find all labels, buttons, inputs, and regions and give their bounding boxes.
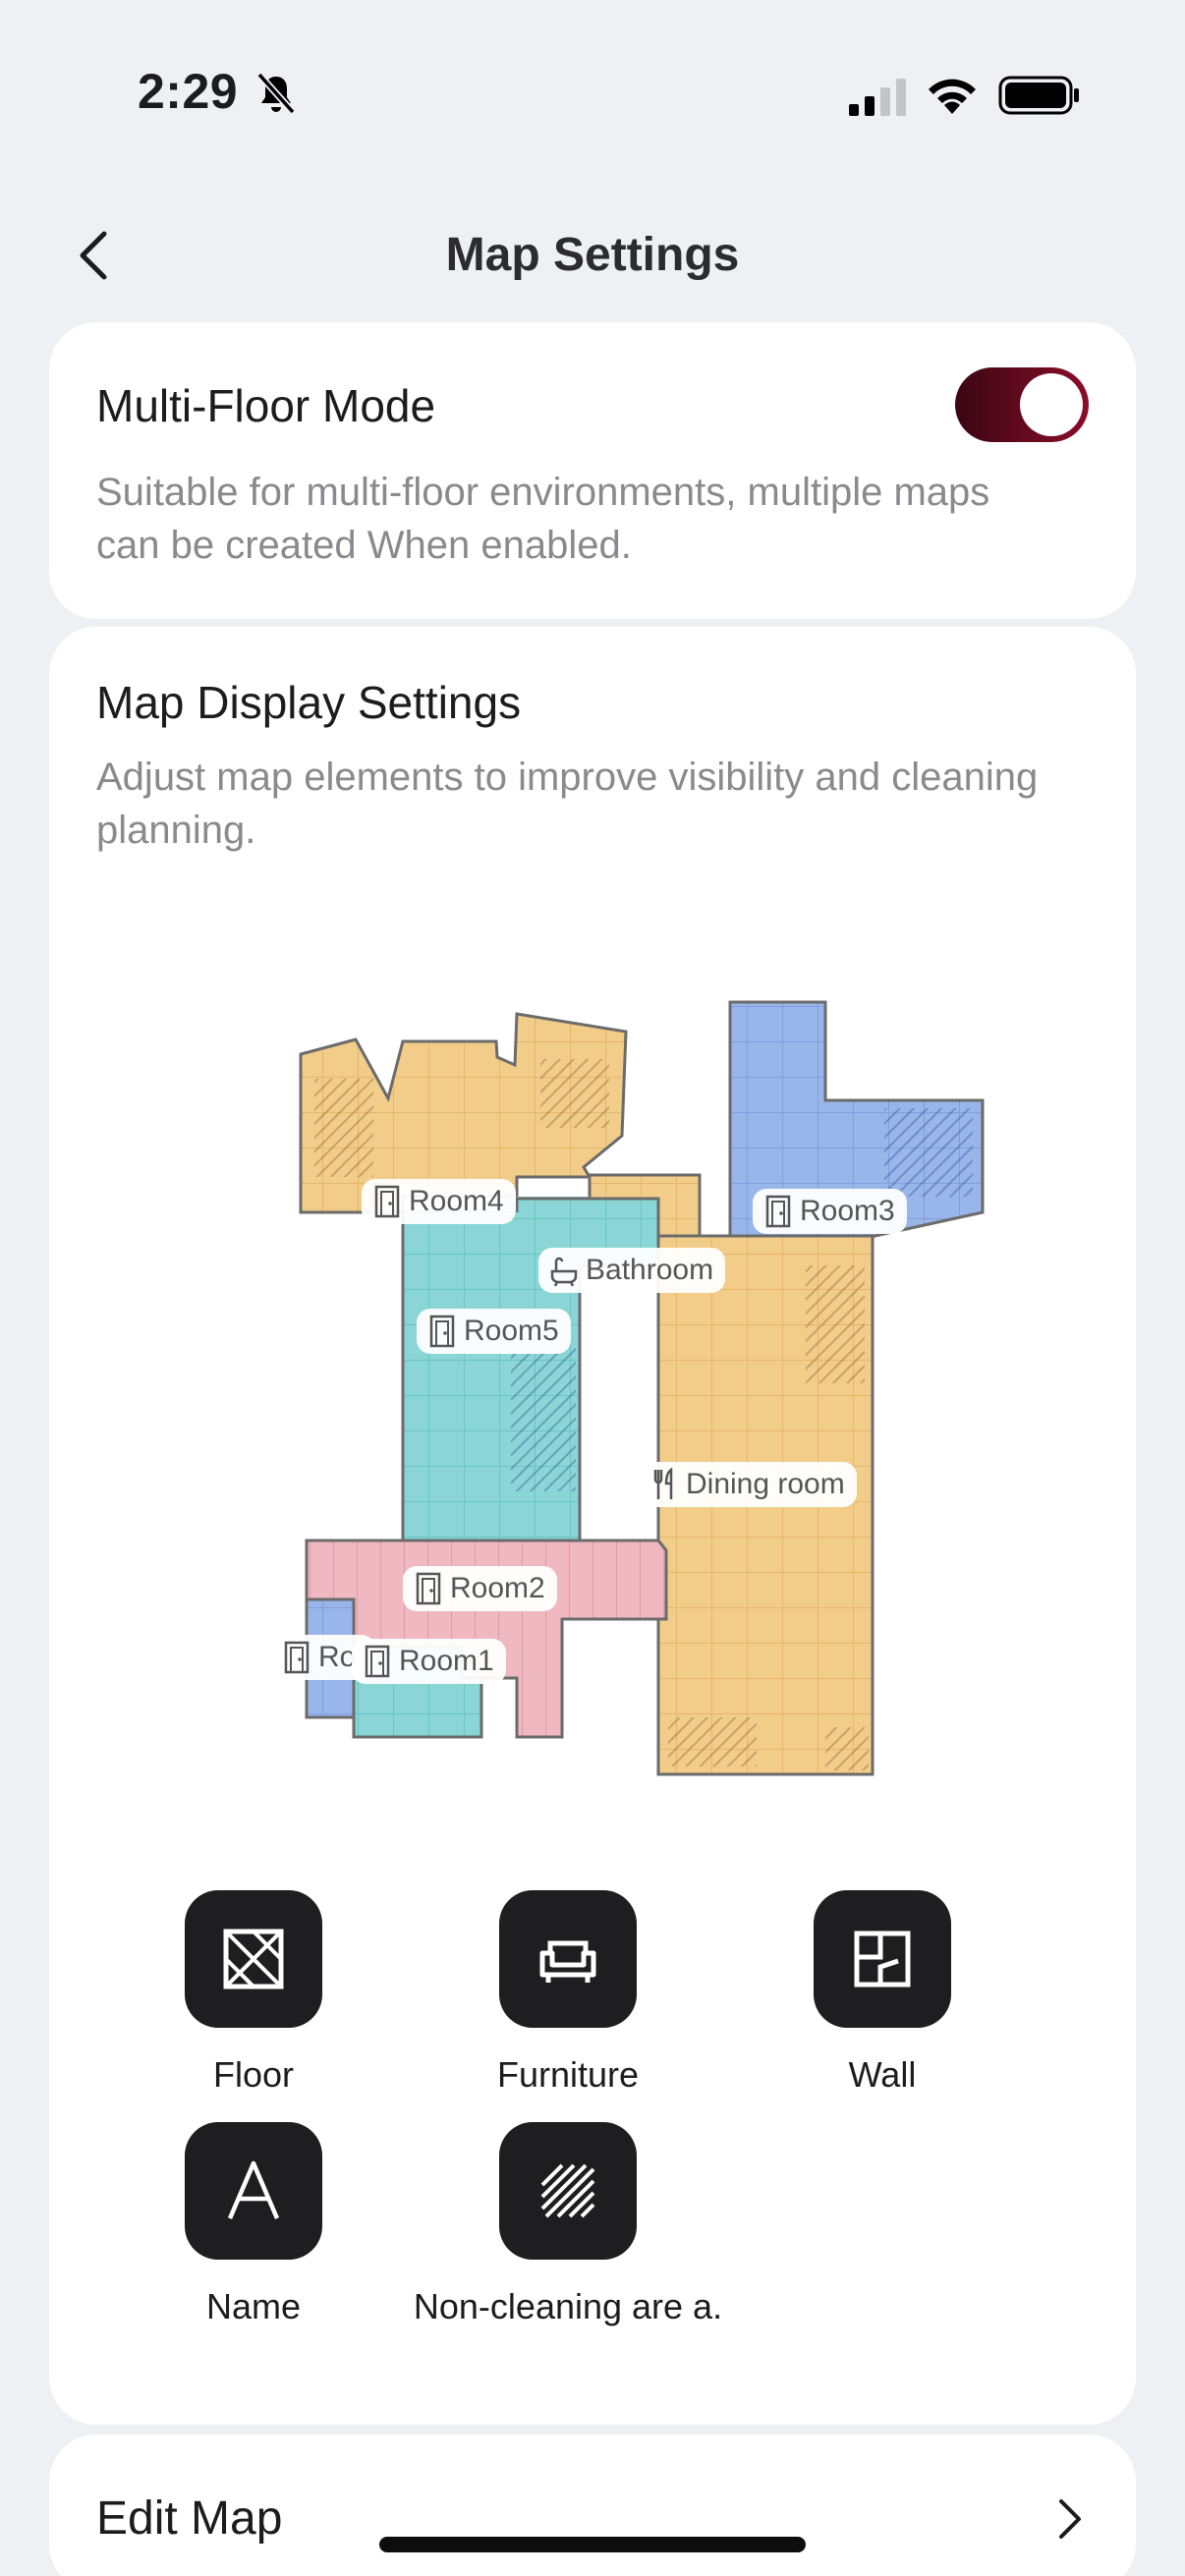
- wall-icon: [854, 1931, 911, 1988]
- nav-header: Map Settings: [0, 206, 1185, 305]
- wall-button[interactable]: [814, 1890, 951, 2028]
- door-icon: [429, 1315, 455, 1348]
- room-label-bathroom[interactable]: Bathroom: [538, 1248, 726, 1293]
- toggle-knob: [1020, 373, 1083, 436]
- map-display-description: Adjust map elements to improve visibilit…: [96, 756, 1039, 852]
- room-label-text: Room5: [464, 1315, 559, 1347]
- multi-floor-description: Suitable for multi-floor environments, m…: [96, 471, 990, 567]
- room-label-text: Dining room: [686, 1468, 845, 1500]
- tool-label: Name: [205, 2286, 302, 2326]
- home-indicator: [379, 2537, 806, 2552]
- room-label-text: Bathroom: [586, 1254, 714, 1286]
- door-icon: [365, 1645, 390, 1678]
- wifi-icon: [929, 79, 976, 114]
- non-cleaning-area-button[interactable]: [499, 2122, 637, 2260]
- room-label-text: Room1: [399, 1645, 494, 1677]
- tool-floor[interactable]: Floor: [106, 1890, 401, 2097]
- tool-label: Non-cleaning are a.: [413, 2286, 723, 2326]
- door-icon: [765, 1195, 791, 1228]
- name-button[interactable]: [185, 2122, 322, 2260]
- map-display-card: Map Display Settings Adjust map elements…: [49, 627, 1136, 2425]
- floor-button[interactable]: [185, 1890, 322, 2028]
- room-label-dining-room[interactable]: Dining room: [639, 1462, 857, 1507]
- utensils-icon: [653, 1468, 673, 1499]
- multi-floor-toggle[interactable]: [955, 367, 1089, 442]
- cellular-signal-icon: [849, 79, 906, 116]
- door-icon: [374, 1185, 400, 1218]
- edit-map-title: Edit Map: [96, 2492, 283, 2545]
- room-label-room2[interactable]: Room2: [403, 1566, 557, 1611]
- room-label-room5[interactable]: Room5: [417, 1309, 571, 1354]
- letter-a-icon: [227, 2160, 280, 2219]
- edit-map-card[interactable]: Edit Map: [49, 2435, 1136, 2576]
- tool-name[interactable]: Name: [106, 2122, 401, 2328]
- room-label-text: Room3: [800, 1195, 895, 1227]
- status-bar: 2:29: [0, 0, 1185, 196]
- floor-map[interactable]: Room4 Room3 Bathroom Room5 Dining room R…: [216, 971, 1022, 1776]
- tool-wall[interactable]: Wall: [735, 1890, 1030, 2097]
- tool-label: Furniture: [496, 2054, 640, 2095]
- bell-muted-icon: [256, 72, 296, 115]
- room-label-text: Ro: [318, 1641, 357, 1673]
- bathtub-icon: [550, 1257, 578, 1287]
- room-label-room3[interactable]: Room3: [753, 1189, 907, 1234]
- status-time: 2:29: [138, 64, 239, 119]
- tool-label: Floor: [212, 2054, 295, 2095]
- tool-furniture[interactable]: Furniture: [421, 1890, 715, 2097]
- hatched-area-icon: [540, 2163, 595, 2218]
- door-icon: [284, 1641, 310, 1674]
- floor-icon: [223, 1929, 284, 1989]
- room-label-room1[interactable]: Room1: [352, 1639, 506, 1684]
- page-title: Map Settings: [445, 229, 740, 281]
- chevron-right-icon: [1059, 2499, 1081, 2539]
- battery-icon: [998, 76, 1079, 115]
- map-display-title: Map Display Settings: [96, 677, 522, 728]
- multi-floor-title: Multi-Floor Mode: [96, 380, 436, 431]
- furniture-button[interactable]: [499, 1890, 637, 2028]
- multi-floor-card: Multi-Floor Mode Suitable for multi-floo…: [49, 322, 1136, 619]
- door-icon: [416, 1572, 441, 1605]
- tool-label: Wall: [848, 2054, 917, 2095]
- room-label-text: Room2: [450, 1572, 545, 1604]
- tool-non-cleaning-area[interactable]: Non-cleaning are a.: [414, 2122, 722, 2328]
- sofa-icon: [539, 1940, 596, 1983]
- room-label-text: Room4: [409, 1185, 504, 1217]
- room-label-room4[interactable]: Room4: [362, 1179, 516, 1224]
